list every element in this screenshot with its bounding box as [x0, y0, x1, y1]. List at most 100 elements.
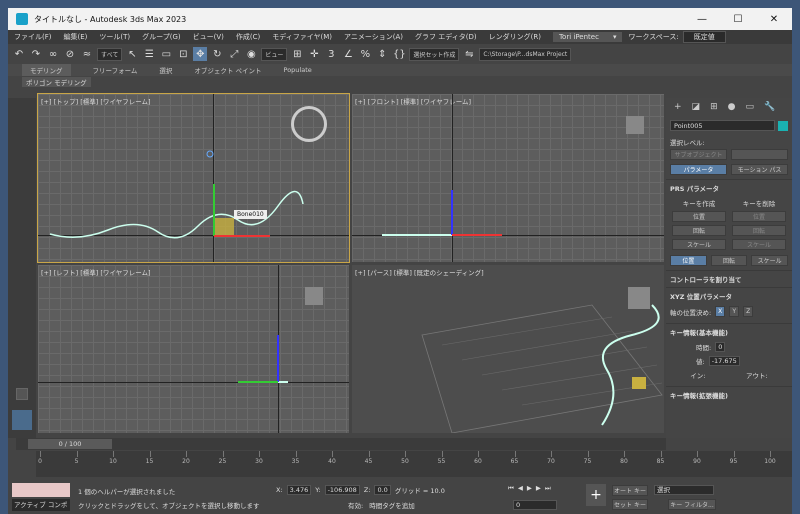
create-selection-set[interactable]: 選択セット作成: [409, 47, 460, 61]
axis-x-button[interactable]: X: [715, 306, 726, 317]
pivot-icon[interactable]: ⊞: [290, 47, 304, 61]
y-coord-field[interactable]: -106.908: [324, 485, 360, 495]
viewport-layout-icon[interactable]: [12, 410, 32, 430]
prev-frame-icon[interactable]: ◀: [518, 484, 523, 493]
viewport-perspective[interactable]: [+] [パース] [標準] [既定のシェーディング]: [352, 265, 664, 433]
key-info-ext-rollout[interactable]: キー情報(拡張機能): [666, 386, 792, 403]
menu-animation[interactable]: アニメーション(A): [338, 32, 409, 42]
delete-scale-key[interactable]: スケール: [732, 239, 786, 250]
modify-tab-icon[interactable]: ◪: [692, 102, 701, 112]
mirror-icon[interactable]: ⇋: [462, 47, 476, 61]
track-bar[interactable]: 0 5 10 15 20 25 30 35 40 45 50 55 60 65 70 75 80 85 90 95 10…: [36, 451, 792, 477]
delete-position-key[interactable]: 位置: [732, 211, 786, 222]
user-account[interactable]: Tori iPentec ▾: [552, 32, 623, 42]
play-icon[interactable]: [16, 388, 28, 400]
undo-icon[interactable]: ↶: [12, 47, 26, 61]
viewcube-icon[interactable]: [626, 116, 644, 134]
redo-icon[interactable]: ↷: [29, 47, 43, 61]
object-color-swatch[interactable]: [778, 120, 788, 131]
subobject-button[interactable]: サブオブジェクト: [670, 149, 727, 160]
key-filters-button[interactable]: キー フィルタ...: [668, 499, 716, 510]
delete-rotation-key[interactable]: 回転: [732, 225, 786, 236]
position-tab[interactable]: 位置: [670, 255, 707, 266]
set-key-button[interactable]: セット キー: [612, 499, 648, 510]
display-tab-icon[interactable]: ▭: [745, 102, 754, 112]
xyz-rollout-title[interactable]: XYZ 位置パラメータ: [666, 287, 792, 304]
move-icon[interactable]: ✥: [193, 47, 208, 61]
workspace-selector[interactable]: ワークスペース: 既定値: [628, 31, 726, 43]
link-icon[interactable]: ∞: [46, 47, 60, 61]
motion-tab-icon[interactable]: ●: [728, 102, 736, 112]
viewcube-icon[interactable]: [305, 287, 323, 305]
bind-space-warp-icon[interactable]: ≈: [80, 47, 94, 61]
time-field[interactable]: 0: [715, 342, 726, 352]
spinner-snap-icon[interactable]: ⇕: [375, 47, 389, 61]
select-by-name-icon[interactable]: ☰: [142, 47, 156, 61]
scale-icon[interactable]: ⤢: [227, 47, 241, 61]
ribbon-tab-modeling[interactable]: モデリング: [22, 64, 71, 76]
menu-file[interactable]: ファイル(F): [8, 32, 58, 42]
create-position-key[interactable]: 位置: [672, 211, 726, 222]
object-name-field[interactable]: Point005: [670, 120, 775, 131]
current-frame-field[interactable]: 0: [513, 500, 557, 510]
z-coord-field[interactable]: 0.0: [374, 485, 391, 495]
menu-group[interactable]: グループ(G): [136, 32, 186, 42]
selection-filter[interactable]: すべて: [97, 47, 123, 61]
project-path[interactable]: C:\Storage\P...dsMax Project: [479, 47, 572, 61]
minimize-button[interactable]: —: [684, 14, 720, 25]
menu-view[interactable]: ビュー(V): [187, 32, 230, 42]
manipulate-icon[interactable]: ✛: [307, 47, 321, 61]
unlink-icon[interactable]: ⊘: [63, 47, 77, 61]
ribbon-tab-object-paint[interactable]: オブジェクト ペイント: [194, 65, 261, 75]
rotation-tab[interactable]: 回転: [710, 255, 748, 266]
viewcube-icon[interactable]: [628, 287, 650, 309]
menu-tools[interactable]: ツール(T): [93, 32, 136, 42]
add-time-tag[interactable]: 時間タグを追加: [369, 500, 415, 510]
ribbon-tab-populate[interactable]: Populate: [284, 66, 312, 74]
hierarchy-tab-icon[interactable]: ⊞: [710, 102, 718, 112]
named-selection-icon[interactable]: {}: [392, 47, 406, 61]
auto-key-button[interactable]: オート キー: [612, 485, 648, 496]
menu-rendering[interactable]: レンダリング(R): [483, 32, 547, 42]
viewport-top[interactable]: [+] [トップ] [標準] [ワイヤフレーム] Bone010: [37, 93, 350, 263]
snaps-icon[interactable]: 3: [324, 47, 338, 61]
maxscript-listener[interactable]: [12, 483, 70, 497]
workspace-value[interactable]: 既定値: [682, 31, 726, 43]
viewport-front[interactable]: [+] [フロント] [標準] [ワイヤフレーム]: [352, 94, 664, 262]
key-info-basic-rollout[interactable]: キー情報(基本機能): [666, 323, 792, 340]
go-to-end-icon[interactable]: ⏭: [545, 484, 551, 493]
play-icon[interactable]: ▶: [527, 484, 532, 493]
scale-tab[interactable]: スケール: [751, 255, 789, 266]
place-icon[interactable]: ◉: [244, 47, 258, 61]
reference-coordinate-system[interactable]: ビュー: [261, 47, 288, 61]
assign-controller-rollout[interactable]: コントローラを割り当て: [666, 270, 792, 287]
motion-paths-button[interactable]: モーション パス: [731, 164, 788, 175]
utilities-tab-icon[interactable]: 🔧: [764, 102, 775, 112]
ribbon-tab-selection[interactable]: 選択: [159, 65, 172, 75]
set-key-icon[interactable]: +: [586, 484, 606, 506]
subobject-dropdown[interactable]: [731, 149, 788, 160]
next-frame-icon[interactable]: ▶: [536, 484, 541, 493]
angle-snap-icon[interactable]: ∠: [341, 47, 355, 61]
polygon-modeling-panel[interactable]: ポリゴン モデリング: [22, 76, 91, 87]
x-coord-field[interactable]: 3.476: [286, 485, 312, 495]
menu-graph-editors[interactable]: グラフ エディタ(D): [409, 32, 483, 42]
create-rotation-key[interactable]: 回転: [672, 225, 726, 236]
menu-modifiers[interactable]: モディファイヤ(M): [266, 32, 338, 42]
prs-rollout-title[interactable]: PRS パラメータ: [666, 179, 792, 196]
select-object-icon[interactable]: ↖: [125, 47, 139, 61]
menu-create[interactable]: 作成(C): [230, 32, 266, 42]
parameters-button[interactable]: パラメータ: [670, 164, 727, 175]
viewport-left[interactable]: [+] [レフト] [標準] [ワイヤフレーム]: [38, 265, 349, 433]
menu-edit[interactable]: 編集(E): [58, 32, 94, 42]
maximize-button[interactable]: ☐: [720, 14, 756, 25]
close-button[interactable]: ✕: [756, 14, 792, 25]
time-slider[interactable]: 0 / 100: [28, 439, 112, 449]
go-to-start-icon[interactable]: ⏮: [508, 484, 514, 493]
create-scale-key[interactable]: スケール: [672, 239, 726, 250]
axis-y-button[interactable]: Y: [729, 306, 740, 317]
value-field[interactable]: -17.675: [708, 356, 740, 366]
rect-selection-icon[interactable]: ▭: [159, 47, 173, 61]
rotate-icon[interactable]: ↻: [210, 47, 224, 61]
axis-z-button[interactable]: Z: [743, 306, 754, 317]
